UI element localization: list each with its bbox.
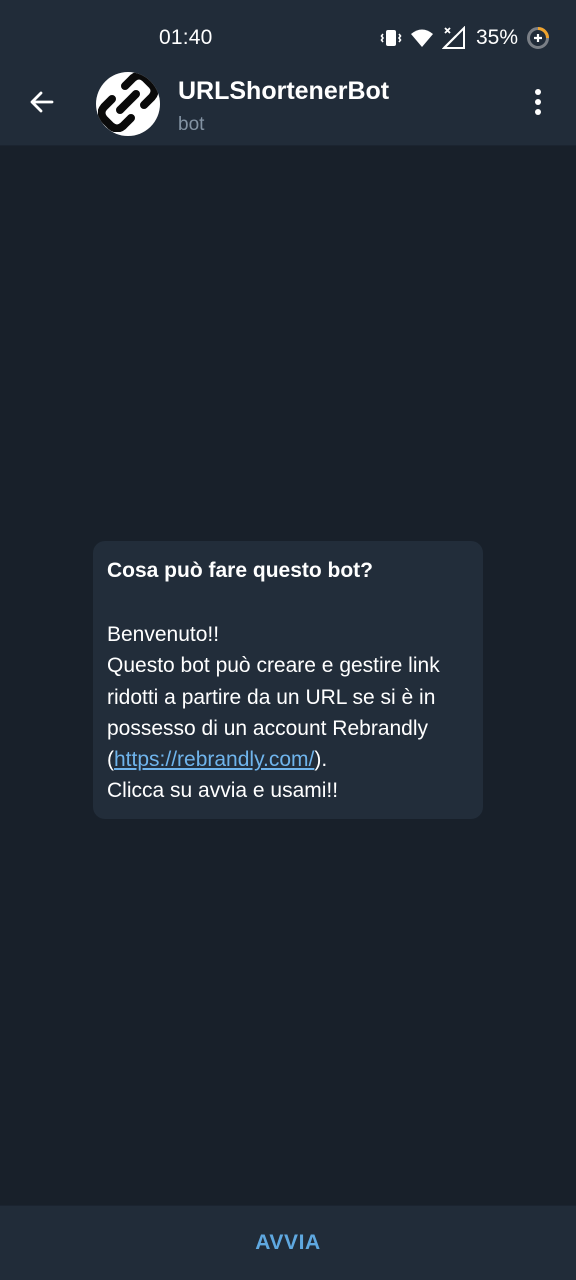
paren-close: ). [314, 748, 328, 772]
status-bar: 01:40 35% [0, 0, 576, 62]
bot-info-line: Benvenuto!! [107, 623, 220, 646]
bot-info-line: Clicca su avvia e usami!! [107, 779, 339, 803]
wifi-icon [410, 27, 434, 49]
back-button[interactable] [20, 82, 64, 126]
vibrate-icon [380, 27, 402, 49]
back-arrow-icon [28, 88, 56, 121]
no-signal-icon [441, 26, 466, 50]
bot-info-line: Questo bot può creare e gestire link rid… [107, 650, 469, 775]
chat-subtitle: bot [178, 114, 205, 135]
rebrandly-link[interactable]: https://rebrandly.com/ [114, 748, 314, 771]
status-time: 01:40 [159, 26, 213, 49]
more-options-button[interactable] [518, 84, 558, 124]
status-icons: 35% [380, 24, 550, 52]
battery-percent: 35% [475, 26, 518, 49]
chat-title[interactable]: URLShortenerBot [178, 77, 389, 106]
link-logo-icon [97, 72, 159, 136]
telegram-chat-screen: 01:40 35% URLShortenerBot bot Cosa può f… [0, 0, 576, 1280]
bot-info-description: Benvenuto!! Questo bot può creare e gest… [107, 619, 469, 807]
bot-info-card: Cosa può fare questo bot? Benvenuto!! Qu… [93, 541, 483, 819]
bot-info-text: Questo bot può creare e gestire link rid… [107, 654, 440, 740]
avatar[interactable] [96, 72, 160, 136]
chat-header: URLShortenerBot bot [0, 62, 576, 146]
paren-open: ( [107, 748, 114, 772]
start-button[interactable]: AVVIA [215, 1221, 361, 1265]
bot-info-title: Cosa può fare questo bot? [107, 559, 374, 582]
chat-area: Cosa può fare questo bot? Benvenuto!! Qu… [0, 147, 576, 1205]
bottom-bar: AVVIA [0, 1205, 576, 1280]
battery-saver-icon [526, 26, 550, 50]
more-vert-icon [534, 88, 542, 121]
